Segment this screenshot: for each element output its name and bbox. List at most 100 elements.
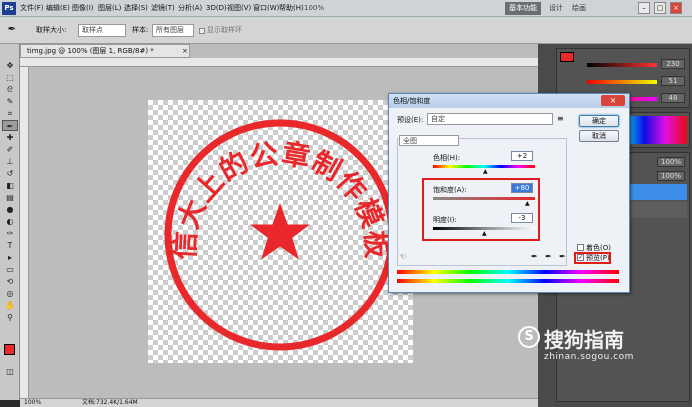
layer-opacity[interactable]: 100% [657,157,685,167]
blur-tool-icon[interactable]: ● [2,204,18,215]
zoom-level[interactable]: 100% [304,0,324,17]
target-adjust-icon[interactable]: ☜ [399,252,406,261]
show-ring-label: 显示取样环 [207,26,242,34]
hue-value[interactable]: +2 [511,151,533,161]
sample-size-select[interactable]: 取样点 [78,24,126,37]
output-spectrum-bar [397,279,619,283]
workspace-design[interactable]: 设计 [545,2,567,15]
3d-rotate-icon[interactable]: ⟲ [2,276,18,287]
hand-tool-icon[interactable]: ✋ [2,300,18,311]
3d-camera-icon[interactable]: ◎ [2,288,18,299]
menu-window[interactable]: 窗口(W) [253,0,279,17]
menu-select[interactable]: 选择(S) [124,0,148,17]
preview-checkbox[interactable]: ✓ [577,254,584,261]
color-panel-swatch[interactable] [560,52,574,62]
green-slider[interactable] [587,80,657,84]
red-value[interactable]: 230 [661,59,685,69]
menu-edit[interactable]: 编辑(E) [46,0,70,17]
lightness-label: 明度(I): [433,216,457,224]
brush-tool-icon[interactable]: ✐ [2,144,18,155]
saturation-value[interactable]: +80 [511,183,533,193]
preset-label: 预设(E): [397,116,424,124]
maximize-icon[interactable]: □ [654,2,666,14]
show-ring-checkbox[interactable] [199,28,205,34]
status-zoom[interactable]: 100% [24,399,41,407]
red-slider[interactable] [587,63,657,67]
watermark-brand: 搜狗指南 [544,328,624,352]
close-icon[interactable]: × [670,2,682,14]
colorize-checkbox[interactable] [577,244,584,251]
history-brush-icon[interactable]: ↺ [2,168,18,179]
watermark-url: zhinan.sogou.com [544,352,634,362]
channel-select[interactable]: 全图 [399,135,459,146]
eyedropper-icon-1[interactable]: ✒ [531,252,538,261]
menu-layer[interactable]: 图层(L) [98,0,121,17]
saturation-label: 饱和度(A): [433,186,467,194]
seal-star [250,203,310,260]
shape-tool-icon[interactable]: ▭ [2,264,18,275]
path-select-icon[interactable]: ▸ [2,252,18,263]
app-menubar: Ps 文件(F) 编辑(E) 图像(I) 图层(L) 选择(S) 滤镜(T) 分… [0,0,692,17]
menu-filter[interactable]: 滤镜(T) [151,0,175,17]
preset-select[interactable]: 自定 [427,113,553,125]
eyedropper-minus-icon[interactable]: ✒ [559,252,566,261]
menu-3d[interactable]: 3D(D) [206,0,227,17]
marquee-tool-icon[interactable]: ⬚ [2,72,18,83]
stamp-tool-icon[interactable]: ⊥ [2,156,18,167]
minimize-icon[interactable]: – [638,2,650,14]
quick-mask-icon[interactable]: ◫ [2,366,18,377]
sample-size-label: 取样大小: [36,26,67,34]
vertical-ruler [20,67,29,398]
document-tab[interactable]: timg.jpg @ 100% (图层 1, RGB/8#) * [20,44,190,58]
workspace-painting[interactable]: 绘画 [568,2,590,15]
dialog-title: 色相/饱和度 [389,94,629,108]
gradient-tool-icon[interactable]: ▤ [2,192,18,203]
ok-button[interactable]: 确定 [579,115,619,127]
cancel-button[interactable]: 取消 [579,130,619,142]
layer-fill[interactable]: 100% [657,171,685,181]
menu-help[interactable]: 帮助(H) [279,0,304,17]
healing-tool-icon[interactable]: ✚ [2,132,18,143]
sample-select[interactable]: 所有图层 [152,24,194,37]
zoom-tool-icon[interactable]: ⚲ [2,312,18,323]
eyedropper-icon[interactable]: ✒ [6,24,18,36]
horizontal-ruler [20,58,538,67]
input-spectrum-bar [397,270,619,274]
dialog-close-icon[interactable]: × [601,95,625,106]
preset-options-icon[interactable]: ≡ [557,114,564,123]
red-seal-artwork: 信大上的公章制作模板 [164,119,396,351]
sogou-logo: S [518,326,540,348]
lightness-slider-handle[interactable]: ▲ [482,230,487,237]
green-value[interactable]: 51 [661,76,685,86]
lightness-value[interactable]: -3 [511,213,533,223]
move-tool-icon[interactable]: ✥ [2,60,18,71]
preview-label: 预览(P) [586,254,610,262]
lasso-tool-icon[interactable]: ᘓ [2,84,18,95]
quick-select-tool-icon[interactable]: ✎ [2,96,18,107]
saturation-slider[interactable] [433,197,535,200]
hue-slider-handle[interactable]: ▲ [483,168,488,175]
blue-value[interactable]: 48 [661,93,685,103]
saturation-slider-handle[interactable]: ▲ [525,200,530,207]
tools-panel: ✥ ⬚ ᘓ ✎ ⌗ ✒ ✚ ✐ ⊥ ↺ ◧ ▤ ● ◐ ✑ T ▸ ▭ ⟲ ◎ … [0,44,20,400]
workspace-essentials[interactable]: 基本功能 [505,2,541,15]
pen-tool-icon[interactable]: ✑ [2,228,18,239]
type-tool-icon[interactable]: T [2,240,18,251]
dodge-tool-icon[interactable]: ◐ [2,216,18,227]
tab-close-icon[interactable]: × [182,47,188,55]
menu-view[interactable]: 视图(V) [227,0,251,17]
menu-file[interactable]: 文件(F) [20,0,44,17]
status-doc-size: 文档:732.4K/1.64M [82,399,138,406]
foreground-color-swatch[interactable] [4,344,15,355]
photoshop-logo: Ps [2,2,16,15]
sample-label: 样本: [132,26,149,34]
eraser-tool-icon[interactable]: ◧ [2,180,18,191]
crop-tool-icon[interactable]: ⌗ [2,108,18,119]
eyedropper-tool-icon[interactable]: ✒ [2,120,18,131]
menu-analysis[interactable]: 分析(A) [178,0,202,17]
transparent-canvas: 信大上的公章制作模板 [148,100,413,363]
status-bar: 100% 文档:732.4K/1.64M [20,398,538,407]
eyedropper-plus-icon[interactable]: ✒ [545,252,552,261]
menu-image[interactable]: 图像(I) [72,0,94,17]
options-bar: ✒ 取样大小: 取样点 样本: 所有图层 显示取样环 [0,17,692,44]
